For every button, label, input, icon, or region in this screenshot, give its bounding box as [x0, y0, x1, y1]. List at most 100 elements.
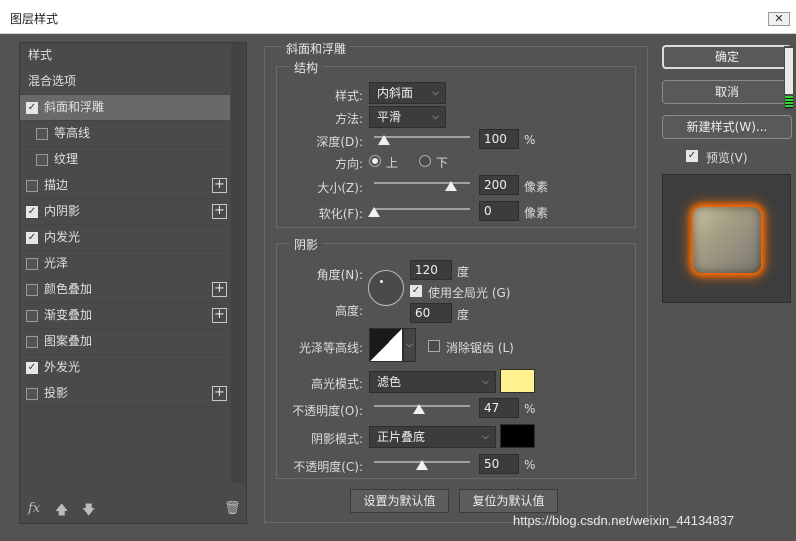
shadow-color-swatch[interactable] — [500, 424, 535, 448]
right-scrollbar[interactable] — [784, 46, 794, 110]
angle-dial[interactable] — [368, 270, 404, 306]
highlight-color-swatch[interactable] — [500, 369, 535, 393]
trash-icon[interactable]: 🗑 — [224, 501, 241, 516]
preview-checkbox[interactable]: ✓ — [686, 150, 698, 162]
size-label: 大小(Z): — [317, 181, 363, 195]
size-unit: 像素 — [524, 180, 549, 194]
new-style-button[interactable]: 新建样式(W)... — [662, 115, 792, 139]
reset-default-button[interactable]: 复位为默认值 — [459, 489, 558, 513]
window-title: 图层样式 — [10, 12, 59, 26]
shadow-opacity-slider[interactable] — [374, 458, 470, 472]
add-gradient-overlay-icon[interactable]: + — [212, 308, 227, 323]
shadow-mode-select[interactable]: 正片叠底 ⌵ — [369, 426, 496, 448]
style-item-inner-glow[interactable]: ✓ 内发光 — [20, 225, 230, 251]
style-item-pattern-overlay[interactable]: 图案叠加 — [20, 329, 230, 355]
styles-header[interactable]: 样式 — [20, 43, 230, 69]
direction-up-radio[interactable] — [369, 155, 381, 167]
soften-slider[interactable] — [368, 205, 470, 219]
title-bar: 图层样式 ✕ — [0, 0, 796, 34]
style-item-outer-glow[interactable]: ✓ 外发光 — [20, 355, 230, 381]
slider-thumb[interactable] — [416, 460, 428, 470]
angle-unit: 度 — [457, 265, 470, 279]
style-item-contour[interactable]: 等高线 — [20, 121, 230, 147]
technique-select[interactable]: 平滑 ⌵ — [369, 106, 446, 128]
soften-input[interactable]: 0 — [479, 201, 519, 221]
angle-dial-marker — [380, 280, 383, 283]
shadow-opacity-input[interactable]: 50 — [479, 454, 519, 474]
bevel-emboss-checkbox[interactable]: ✓ — [26, 102, 38, 114]
ok-button[interactable]: 确定 — [662, 45, 792, 69]
gradient-overlay-checkbox[interactable] — [26, 310, 38, 322]
style-item-stroke[interactable]: 描边 + — [20, 173, 230, 199]
gloss-contour-label: 光泽等高线: — [298, 341, 363, 355]
style-preview — [662, 174, 791, 303]
move-down-icon[interactable]: 🡇 — [82, 501, 95, 523]
cancel-button[interactable]: 取消 — [662, 80, 792, 104]
altitude-label: 高度: — [334, 304, 363, 318]
highlight-opacity-unit: % — [524, 402, 536, 416]
altitude-input[interactable]: 60 — [410, 303, 452, 323]
size-input[interactable]: 200 — [479, 175, 519, 195]
style-item-gradient-overlay[interactable]: 渐变叠加 + — [20, 303, 230, 329]
highlight-opacity-label: 不透明度(O): — [292, 404, 363, 418]
chevron-down-icon: ⌵ — [432, 112, 439, 122]
shadow-opacity-label: 不透明度(C): — [293, 460, 363, 474]
style-item-satin[interactable]: 光泽 — [20, 251, 230, 277]
anti-aliased-checkbox[interactable] — [428, 340, 440, 352]
inner-glow-checkbox[interactable]: ✓ — [26, 232, 38, 244]
slider-thumb[interactable] — [368, 207, 380, 217]
style-item-color-overlay[interactable]: 颜色叠加 + — [20, 277, 230, 303]
make-default-button[interactable]: 设置为默认值 — [350, 489, 449, 513]
pattern-overlay-checkbox[interactable] — [26, 336, 38, 348]
style-item-bevel-emboss[interactable]: ✓ 斜面和浮雕 — [20, 95, 230, 121]
depth-slider[interactable] — [374, 133, 470, 147]
drop-shadow-checkbox[interactable] — [26, 388, 38, 400]
fx-icon[interactable]: fx — [28, 501, 40, 516]
inner-shadow-checkbox[interactable]: ✓ — [26, 206, 38, 218]
contour-checkbox[interactable] — [36, 128, 48, 140]
global-light-checkbox[interactable]: ✓ — [410, 285, 422, 297]
styles-list-scrollbar[interactable] — [231, 43, 246, 483]
highlight-mode-select[interactable]: 滤色 ⌵ — [369, 371, 496, 393]
satin-checkbox[interactable] — [26, 258, 38, 270]
gloss-contour-picker[interactable] — [369, 328, 403, 362]
blending-options-item[interactable]: 混合选项 — [20, 69, 230, 95]
style-item-texture[interactable]: 纹理 — [20, 147, 230, 173]
soften-unit: 像素 — [524, 206, 549, 220]
close-button[interactable]: ✕ — [768, 12, 790, 26]
style-label: 样式: — [334, 89, 363, 103]
bevel-emboss-title: 斜面和浮雕 — [282, 40, 351, 57]
slider-thumb[interactable] — [413, 404, 426, 414]
style-item-drop-shadow[interactable]: 投影 + — [20, 381, 230, 407]
add-stroke-icon[interactable]: + — [212, 178, 227, 193]
bevel-style-select[interactable]: 内斜面 ⌵ — [369, 82, 446, 104]
size-slider[interactable] — [374, 179, 470, 193]
slider-track — [374, 208, 470, 210]
add-color-overlay-icon[interactable]: + — [212, 282, 227, 297]
style-item-label: 等高线 — [54, 126, 91, 140]
outer-glow-checkbox[interactable]: ✓ — [26, 362, 38, 374]
highlight-opacity-slider[interactable] — [374, 402, 470, 416]
style-item-label: 光泽 — [44, 256, 69, 270]
chevron-down-icon: ⌵ — [432, 88, 439, 98]
add-inner-shadow-icon[interactable]: + — [212, 204, 227, 219]
shadow-mode-value: 正片叠底 — [377, 430, 426, 444]
scrollbar-thumb[interactable] — [785, 48, 793, 94]
style-item-label: 投影 — [44, 386, 69, 400]
shadow-mode-label: 阴影模式: — [310, 432, 363, 446]
angle-input[interactable]: 120 — [410, 260, 452, 280]
direction-down-radio[interactable] — [419, 155, 431, 167]
slider-thumb[interactable] — [377, 135, 390, 145]
texture-checkbox[interactable] — [36, 154, 48, 166]
watermark: https://blog.csdn.net/weixin_44134837 — [513, 513, 735, 528]
color-overlay-checkbox[interactable] — [26, 284, 38, 296]
depth-input[interactable]: 100 — [479, 129, 519, 149]
style-item-inner-shadow[interactable]: ✓ 内阴影 + — [20, 199, 230, 225]
highlight-opacity-input[interactable]: 47 — [479, 398, 519, 418]
stroke-checkbox[interactable] — [26, 180, 38, 192]
anti-aliased-label: 消除锯齿 (L) — [446, 341, 514, 355]
slider-thumb[interactable] — [444, 181, 457, 191]
add-drop-shadow-icon[interactable]: + — [212, 386, 227, 401]
chevron-down-icon[interactable]: ⌵ — [403, 328, 416, 362]
move-up-icon[interactable]: 🡅 — [55, 501, 68, 523]
